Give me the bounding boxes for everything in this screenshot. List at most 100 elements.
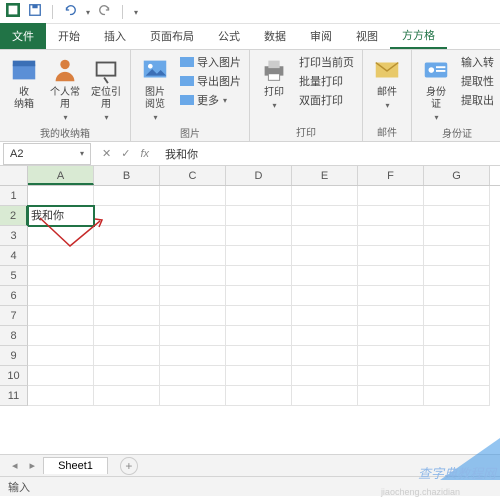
col-header-e[interactable]: E <box>292 166 358 185</box>
export-image-button[interactable]: 导出图片 <box>177 72 244 90</box>
tab-view[interactable]: 视图 <box>344 23 390 49</box>
cell[interactable] <box>94 186 160 206</box>
add-sheet-button[interactable]: + <box>120 457 138 475</box>
cell[interactable] <box>292 326 358 346</box>
cell[interactable] <box>292 366 358 386</box>
cell[interactable] <box>226 186 292 206</box>
cell[interactable] <box>292 266 358 286</box>
tab-review[interactable]: 审阅 <box>298 23 344 49</box>
tab-home[interactable]: 开始 <box>46 23 92 49</box>
cell[interactable] <box>28 306 94 326</box>
sheet-nav-prev[interactable]: ◂ <box>8 459 22 472</box>
cell[interactable] <box>94 266 160 286</box>
cell[interactable] <box>424 326 490 346</box>
tab-file[interactable]: 文件 <box>0 23 46 49</box>
sheet-nav-next[interactable]: ▸ <box>26 459 40 472</box>
cell[interactable] <box>424 206 490 226</box>
cell[interactable] <box>160 246 226 266</box>
row-header[interactable]: 9 <box>0 346 28 366</box>
name-box[interactable]: A2 <box>3 143 91 165</box>
cell[interactable] <box>292 186 358 206</box>
cell[interactable] <box>424 306 490 326</box>
cell[interactable] <box>358 386 424 406</box>
cell[interactable] <box>160 386 226 406</box>
cell[interactable] <box>94 246 160 266</box>
redo-icon[interactable] <box>98 3 112 20</box>
cell[interactable] <box>94 346 160 366</box>
cell[interactable] <box>424 186 490 206</box>
cell[interactable] <box>358 206 424 226</box>
cell[interactable] <box>358 186 424 206</box>
tab-data[interactable]: 数据 <box>252 23 298 49</box>
cell[interactable] <box>424 226 490 246</box>
cell[interactable] <box>424 286 490 306</box>
row-header[interactable]: 2 <box>0 206 28 226</box>
id-gender-button[interactable]: 提取性 <box>458 72 497 90</box>
cell[interactable] <box>28 386 94 406</box>
cell[interactable] <box>226 286 292 306</box>
cancel-icon[interactable]: ✕ <box>102 147 111 160</box>
cell[interactable] <box>94 326 160 346</box>
tab-formula[interactable]: 公式 <box>206 23 252 49</box>
mail-button[interactable]: 邮件 <box>368 53 406 112</box>
cell[interactable] <box>28 286 94 306</box>
row-header[interactable]: 6 <box>0 286 28 306</box>
cell[interactable] <box>94 226 160 246</box>
select-all-corner[interactable] <box>0 166 28 186</box>
cell[interactable] <box>424 346 490 366</box>
undo-icon[interactable] <box>63 3 77 20</box>
cell[interactable] <box>28 366 94 386</box>
print-current-button[interactable]: 打印当前页 <box>296 53 357 71</box>
cell[interactable] <box>160 306 226 326</box>
locate-ref-button[interactable]: 定位引 用 <box>87 53 125 124</box>
cell[interactable] <box>94 366 160 386</box>
batch-print-button[interactable]: 批量打印 <box>296 72 357 90</box>
cell[interactable] <box>160 366 226 386</box>
cell[interactable] <box>94 386 160 406</box>
cell[interactable] <box>226 326 292 346</box>
cell[interactable] <box>358 346 424 366</box>
cell[interactable] <box>160 226 226 246</box>
tab-square[interactable]: 方方格 <box>390 23 447 49</box>
cell[interactable] <box>28 266 94 286</box>
personal-common-button[interactable]: 个人常 用 <box>46 53 84 124</box>
cell[interactable] <box>292 286 358 306</box>
undo-dropdown[interactable] <box>85 6 90 18</box>
cell[interactable] <box>292 226 358 246</box>
cell[interactable] <box>28 326 94 346</box>
id-card-button[interactable]: 身份 证 <box>417 53 455 124</box>
cell[interactable] <box>292 386 358 406</box>
storage-box-button[interactable]: 收 纳箱 <box>5 53 43 113</box>
cell[interactable] <box>160 326 226 346</box>
cell[interactable] <box>226 306 292 326</box>
sheet-tab-1[interactable]: Sheet1 <box>43 457 108 474</box>
row-header[interactable]: 4 <box>0 246 28 266</box>
cell[interactable] <box>358 226 424 246</box>
cell[interactable] <box>226 246 292 266</box>
cell[interactable] <box>358 266 424 286</box>
cell[interactable] <box>358 366 424 386</box>
cell[interactable] <box>292 306 358 326</box>
qat-customize-dropdown[interactable] <box>133 6 138 18</box>
cell[interactable] <box>226 226 292 246</box>
col-header-f[interactable]: F <box>358 166 424 185</box>
tab-layout[interactable]: 页面布局 <box>138 23 206 49</box>
cell[interactable] <box>28 226 94 246</box>
spreadsheet-grid[interactable]: A B C D E F G 12我和你34567891011 <box>0 166 500 454</box>
cell[interactable] <box>424 386 490 406</box>
save-icon[interactable] <box>28 3 42 20</box>
cell[interactable] <box>358 286 424 306</box>
cell[interactable] <box>226 266 292 286</box>
cell[interactable] <box>94 306 160 326</box>
col-header-d[interactable]: D <box>226 166 292 185</box>
cell[interactable] <box>226 386 292 406</box>
cell[interactable] <box>292 206 358 226</box>
cell[interactable] <box>226 366 292 386</box>
cell[interactable] <box>226 346 292 366</box>
col-header-b[interactable]: B <box>94 166 160 185</box>
cell[interactable] <box>358 326 424 346</box>
cell[interactable] <box>424 366 490 386</box>
fx-icon[interactable]: fx <box>140 148 149 160</box>
cell[interactable] <box>28 246 94 266</box>
cell[interactable]: 我和你 <box>28 206 94 226</box>
